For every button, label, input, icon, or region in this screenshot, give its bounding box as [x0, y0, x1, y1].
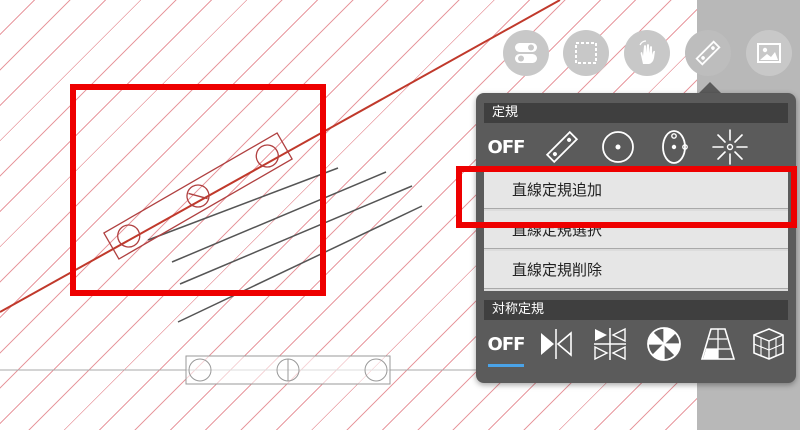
symmetry-type-row: OFF — [484, 323, 788, 365]
ruler-icon — [695, 40, 721, 66]
ruler-type-row: OFF — [484, 126, 788, 168]
ruler-off-button[interactable]: OFF — [484, 126, 528, 168]
perspective-3d-icon — [753, 328, 784, 360]
quad-symmetry-icon — [594, 327, 626, 361]
symmetry-off-button[interactable]: OFF — [484, 323, 528, 365]
toggle-switch-icon — [515, 43, 537, 63]
ellipse-ruler-button[interactable] — [652, 126, 696, 168]
radial-ruler-button[interactable] — [708, 126, 752, 168]
quad-symmetry-button[interactable] — [588, 323, 632, 365]
image-icon — [757, 43, 781, 63]
menu-item-delete-linear-ruler[interactable]: 直線定規削除 — [484, 251, 788, 289]
perspective-3d-button[interactable] — [746, 323, 790, 365]
symmetry-section-title: 対称定規 — [484, 300, 788, 320]
perspective-1pt-button[interactable] — [696, 323, 740, 365]
off-icon: OFF — [487, 136, 526, 158]
image-button[interactable] — [746, 30, 792, 76]
linear-ruler-icon — [545, 130, 579, 164]
radial-symmetry-icon — [647, 327, 681, 361]
line-symmetry-button[interactable] — [534, 323, 578, 365]
highlight-box-ruler — [70, 84, 326, 296]
radial-ruler-icon — [712, 129, 748, 165]
selected-indicator — [488, 364, 524, 367]
horizontal-ruler-handle — [185, 355, 391, 385]
circle-ruler-button[interactable] — [596, 126, 640, 168]
ruler-panel: 定規 OFF 直線定規追加 直線定規選択 直線定規削除 対称定規 OFF — [476, 93, 796, 383]
hand-button[interactable] — [624, 30, 670, 76]
ellipse-ruler-icon — [662, 130, 688, 164]
selection-button[interactable] — [563, 30, 609, 76]
hand-icon — [639, 40, 655, 64]
line-symmetry-icon — [541, 329, 572, 359]
perspective-1pt-icon — [700, 328, 736, 360]
toggle-button[interactable] — [503, 30, 549, 76]
ruler-section-title: 定規 — [484, 103, 788, 123]
radial-symmetry-button[interactable] — [642, 323, 686, 365]
highlight-box-menu-item — [456, 166, 797, 228]
ruler-button[interactable] — [685, 30, 731, 76]
circle-ruler-icon — [602, 131, 634, 163]
symmetry-off-icon: OFF — [487, 333, 526, 355]
selection-icon — [575, 42, 597, 64]
linear-ruler-button[interactable] — [540, 126, 584, 168]
